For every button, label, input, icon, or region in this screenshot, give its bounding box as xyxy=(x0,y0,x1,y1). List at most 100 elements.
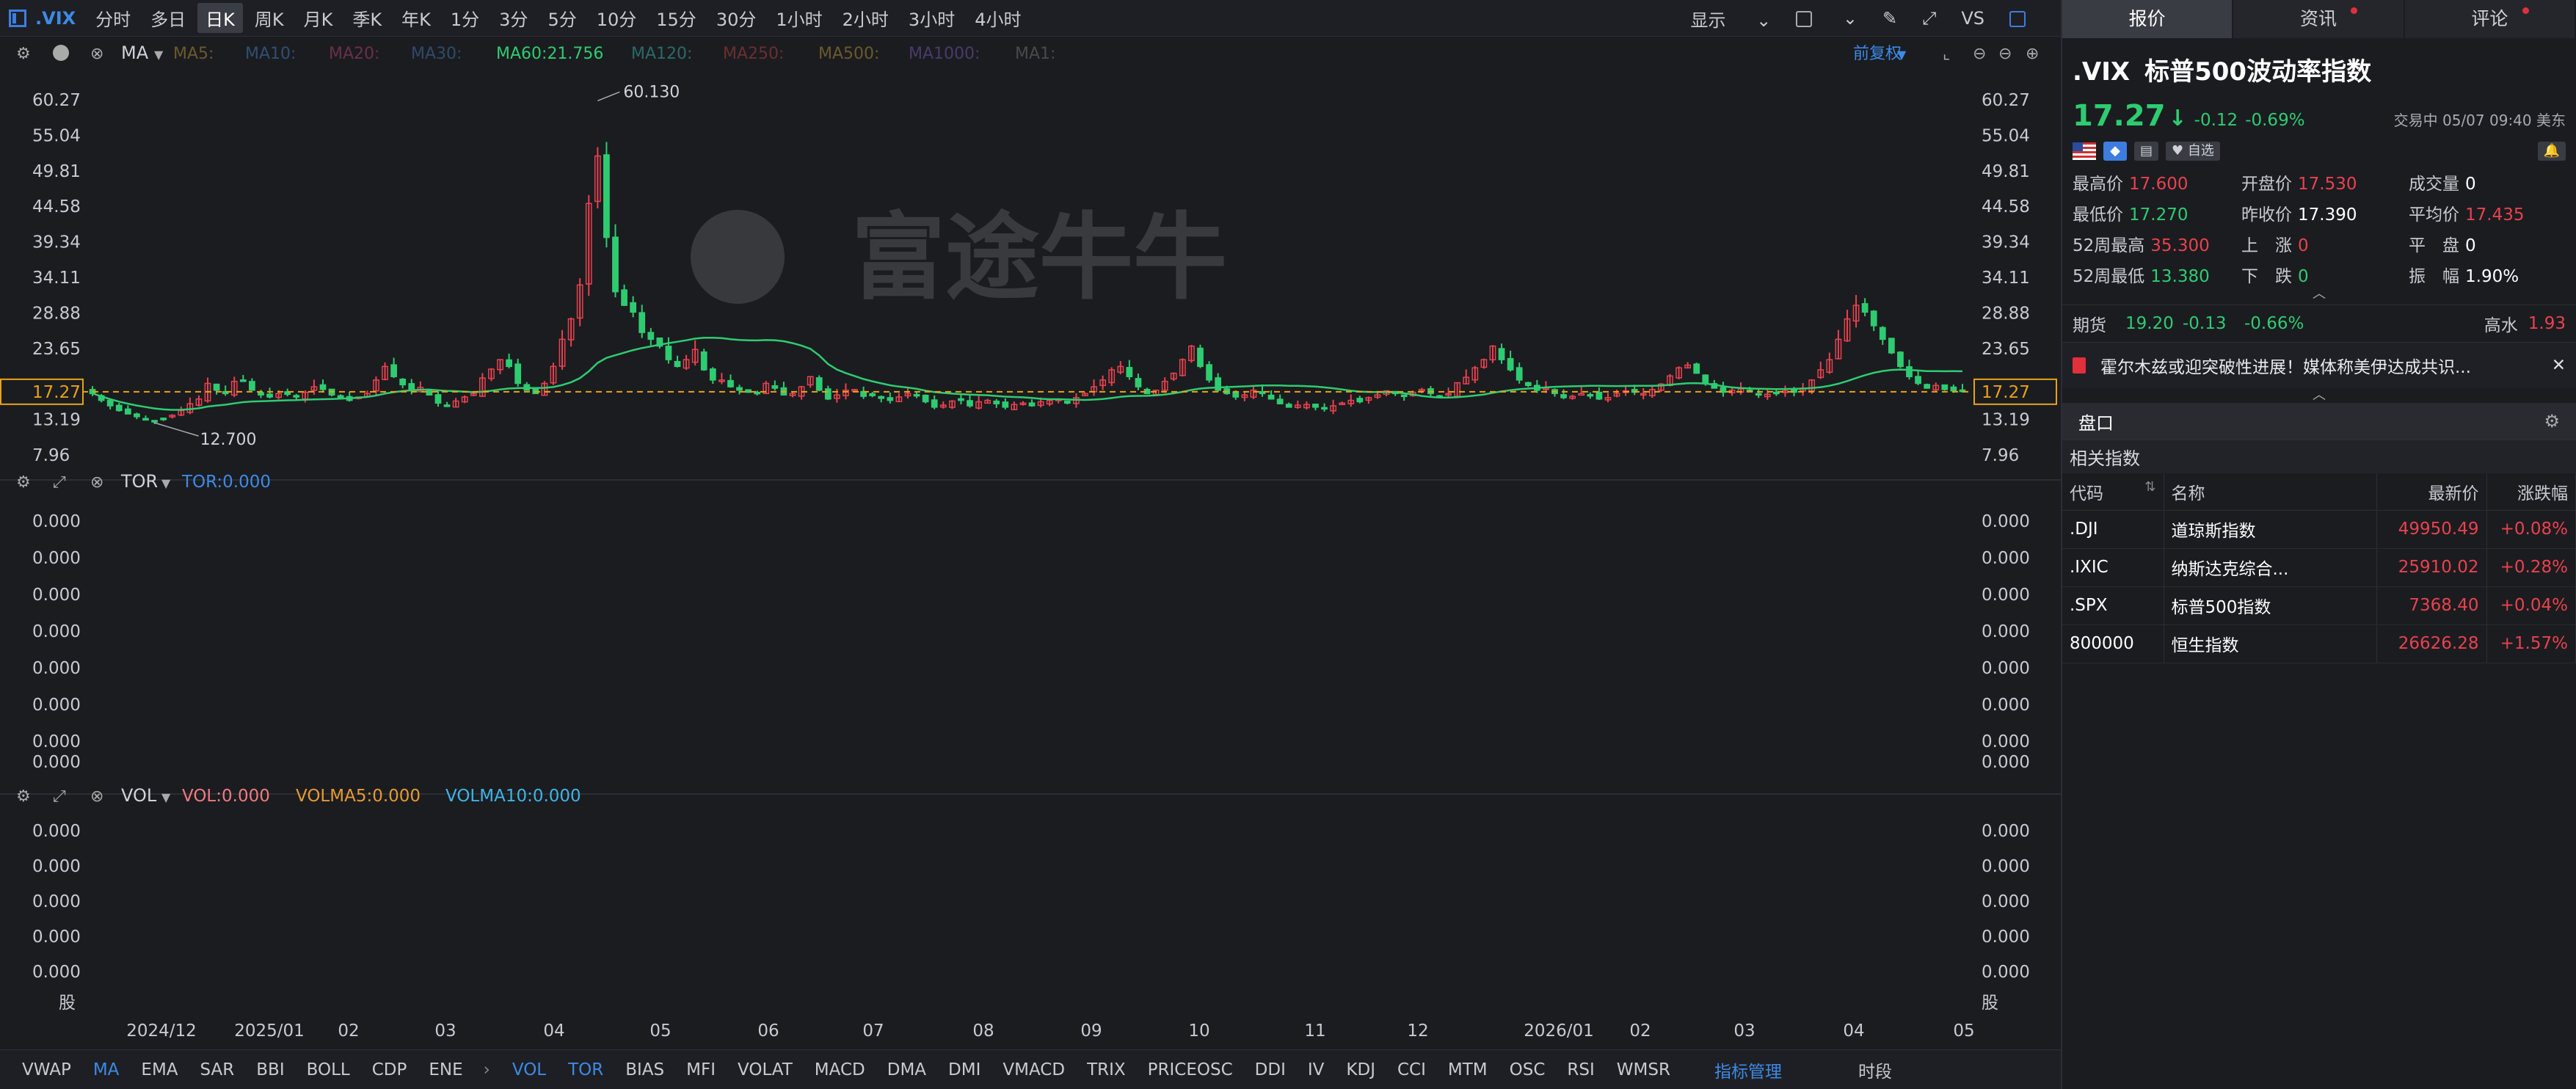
indicator-tab[interactable]: TRIX xyxy=(1087,1060,1126,1079)
indicator-tab[interactable]: BBI xyxy=(256,1060,284,1079)
timeframe-tab[interactable]: 日K xyxy=(197,3,243,33)
close-icon[interactable]: ⊗ xyxy=(90,45,103,63)
timeframe-tab[interactable]: 15分 xyxy=(648,3,705,33)
indicator-tab[interactable]: RSI xyxy=(1567,1060,1594,1079)
timeframe-tab[interactable]: 1分 xyxy=(443,3,487,33)
y-tick-label: 60.27 xyxy=(32,91,81,110)
collapse-news-icon[interactable]: ︿ xyxy=(2062,388,2576,403)
collapse-icon[interactable]: ⊖ xyxy=(1973,45,1986,63)
timeframe-tab[interactable]: 3小时 xyxy=(900,3,963,33)
timeframe-tab[interactable]: 30分 xyxy=(708,3,765,33)
collapse-stats-icon[interactable]: ︿ xyxy=(2062,287,2576,302)
timeframe-tab[interactable]: 10分 xyxy=(589,3,645,33)
indicator-tab[interactable]: SAR xyxy=(200,1060,235,1079)
zoom-in-icon[interactable]: ⊕ xyxy=(2026,45,2039,63)
vol-expand-icon[interactable]: ⤢ xyxy=(53,787,66,806)
table-row[interactable]: .SPX 标普500指数 7368.40 +0.04% xyxy=(2062,586,2576,625)
vs-button[interactable]: VS xyxy=(1961,8,1984,29)
col-pct[interactable]: 涨跌幅 xyxy=(2486,473,2576,511)
news-text[interactable]: 霍尔木兹或迎突破性进展！媒体称美伊达成共识... xyxy=(2100,353,2511,378)
indicator-tab[interactable]: DMA xyxy=(887,1060,926,1079)
timeframe-tab[interactable]: 年K xyxy=(393,3,439,33)
watchlist-button[interactable]: ♥ 自选 xyxy=(2166,142,2220,161)
panel-toggle-icon[interactable] xyxy=(2009,8,2051,29)
timeframe-tab[interactable]: 2小时 xyxy=(834,3,897,33)
indicator-manage-button[interactable]: 指标管理 xyxy=(1714,1057,1782,1082)
timeframe-tab[interactable]: 1小时 xyxy=(768,3,830,33)
indicator-tab[interactable]: BOLL xyxy=(307,1060,350,1079)
note-icon[interactable]: ▤ xyxy=(2134,142,2159,161)
adjust-chevron-icon[interactable]: ▼ xyxy=(1897,48,1907,62)
fullscreen-icon[interactable]: ⤢ xyxy=(1922,8,1936,29)
compare-checkbox[interactable]: ⌄ xyxy=(1796,8,1858,29)
indicator-tab[interactable]: BIAS xyxy=(625,1060,664,1079)
indicator-tab[interactable]: IV xyxy=(1308,1060,1325,1079)
vol-chevron-icon[interactable]: ▼ xyxy=(161,790,171,804)
tor-close-icon[interactable]: ⊗ xyxy=(90,473,103,492)
indicator-tab[interactable]: MACD xyxy=(815,1060,865,1079)
timeframe-tab[interactable]: 5分 xyxy=(539,3,584,33)
chart-type-icon[interactable]: ⌞ xyxy=(1943,45,1950,63)
orderbook-settings-icon[interactable]: ⚙ xyxy=(2544,411,2560,431)
orderbook-section[interactable]: 盘口 ⚙ xyxy=(2062,403,2576,440)
table-row[interactable]: .DJI 道琼斯指数 49950.49 +0.08% xyxy=(2062,510,2576,549)
timeframe-tab[interactable]: 3分 xyxy=(491,3,536,33)
indicator-tab[interactable]: VOLAT xyxy=(738,1060,793,1079)
close-news-icon[interactable]: ✕ xyxy=(2552,356,2566,375)
ma-indicator-label[interactable]: MA xyxy=(121,43,149,63)
chevron-down-icon[interactable]: ▼ xyxy=(154,48,164,62)
vol-indicator-label[interactable]: VOL xyxy=(121,785,157,806)
timeframe-tab[interactable]: 周K xyxy=(247,3,292,33)
tor-chevron-icon[interactable]: ▼ xyxy=(161,476,171,490)
indicator-tab[interactable]: WMSR xyxy=(1617,1060,1670,1079)
indicator-tab[interactable]: ENE xyxy=(429,1060,462,1079)
indicator-tab[interactable]: VMACD xyxy=(1003,1060,1065,1079)
indicator-tab[interactable]: VWAP xyxy=(22,1060,71,1079)
tag-icon[interactable]: ◆ xyxy=(2103,142,2127,161)
indicator-tab[interactable]: DDI xyxy=(1255,1060,1286,1079)
indicator-tab[interactable]: VOL xyxy=(512,1060,546,1079)
tor-settings-icon[interactable]: ⚙ xyxy=(16,473,31,492)
settings-icon[interactable]: ⚙ xyxy=(16,45,31,63)
table-row[interactable]: 800000 恒生指数 26626.28 +1.57% xyxy=(2062,624,2576,663)
scroll-right-icon[interactable]: › xyxy=(484,1060,490,1079)
adjust-mode-label[interactable]: 前复权 xyxy=(1853,45,1902,63)
visibility-icon[interactable] xyxy=(53,45,69,61)
news-banner[interactable]: 霍尔木兹或迎突破性进展！媒体称美伊达成共识... ✕ xyxy=(2062,343,2576,388)
col-price[interactable]: 最新价 xyxy=(2376,473,2487,511)
indicator-tab[interactable]: MA xyxy=(93,1060,120,1079)
zoom-out-icon[interactable]: ⊖ xyxy=(1998,45,2012,63)
draw-tool-icon[interactable]: ✎ xyxy=(1882,8,1897,29)
tor-indicator-label[interactable]: TOR xyxy=(120,471,158,492)
vol-settings-icon[interactable]: ⚙ xyxy=(16,787,31,806)
timeframe-tab[interactable]: 多日 xyxy=(142,3,194,33)
indicator-tab[interactable]: TOR xyxy=(568,1060,603,1079)
timeframe-tab[interactable]: 季K xyxy=(344,3,390,33)
candle xyxy=(1011,401,1018,411)
alert-bell-icon[interactable]: 🔔 xyxy=(2537,142,2566,161)
chart-area[interactable]: ⚙ ⊗ MA ▼ MA5: MA10: MA20: MA30: MA60:21.756 M… xyxy=(0,37,2061,1049)
symbol-label[interactable]: .VIX xyxy=(35,8,76,29)
indicator-tab[interactable]: DMI xyxy=(948,1060,980,1079)
display-menu[interactable]: 显示 ⌄ xyxy=(1691,6,1772,32)
indicator-tab[interactable]: EMA xyxy=(141,1060,178,1079)
indicator-tab[interactable]: CCI xyxy=(1397,1060,1426,1079)
indicator-tab[interactable]: KDJ xyxy=(1346,1060,1375,1079)
indicator-tab[interactable]: MFI xyxy=(686,1060,716,1079)
layout-icon[interactable] xyxy=(9,9,26,27)
indicator-tab[interactable]: OSC xyxy=(1510,1060,1546,1079)
indicator-tab[interactable]: PRICEOSC xyxy=(1148,1060,1233,1079)
timeframe-tab[interactable]: 分时 xyxy=(87,3,139,33)
timeframe-tab[interactable]: 月K xyxy=(296,3,341,33)
table-row[interactable]: .IXIC 纳斯达克综合... 25910.02 +0.28% xyxy=(2062,548,2576,587)
col-code[interactable]: 代码 ⇅ xyxy=(2062,473,2164,511)
tor-expand-icon[interactable]: ⤢ xyxy=(53,473,66,492)
panel-tab[interactable]: 资讯 xyxy=(2233,0,2405,38)
indicator-tab[interactable]: CDP xyxy=(372,1060,407,1079)
panel-tab[interactable]: 评论 xyxy=(2405,0,2576,38)
session-button[interactable]: 时段 xyxy=(1858,1057,1892,1082)
indicator-tab[interactable]: MTM xyxy=(1448,1060,1488,1079)
timeframe-tab[interactable]: 4小时 xyxy=(967,3,1029,33)
panel-tab[interactable]: 报价 xyxy=(2062,0,2234,38)
vol-close-icon[interactable]: ⊗ xyxy=(90,787,103,806)
